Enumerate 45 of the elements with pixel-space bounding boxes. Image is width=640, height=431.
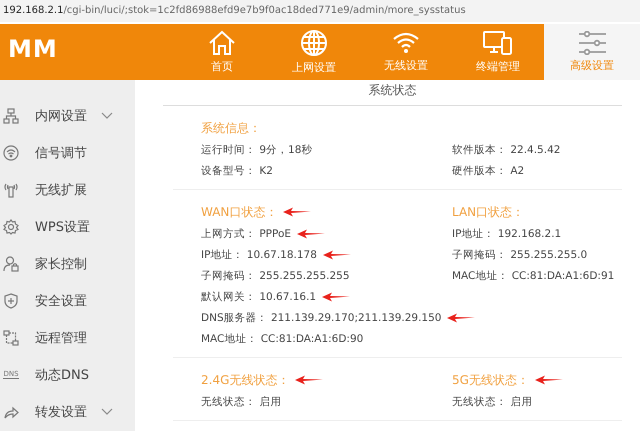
home-icon [208,30,236,56]
status-field: 无线状态： 启用 [201,394,282,408]
status-field: 运行时间： 9分，18秒 [201,142,312,156]
url-host: 192.168.2.1 [3,5,64,16]
section-title: 5G无线状态： [452,372,529,388]
network-icon [3,108,19,124]
address-bar[interactable]: 192.168.2.1/cgi-bin/luci/;stok=1c2fd86988efd9e7b9f0ac18ded771e9/admin/more_sysstatus [0,0,640,22]
status-field: IP地址： 192.168.2.1 [452,226,562,240]
url-path: /cgi-bin/luci/;stok=1c2fd86988efd9e7b9f0ac18ded771e9/admin/more_sysstatus [63,5,466,16]
status-field: 硬件版本： A2 [452,164,524,178]
wifi-circle-icon [3,144,19,160]
status-field: 软件版本： 22.4.5.42 [452,142,560,156]
sidebar-item[interactable]: 远程管理 [0,319,135,356]
antenna-icon [3,182,19,198]
settings-sliders-icon [577,31,607,55]
status-field: 无线状态： 启用 [452,394,532,408]
section-title: WAN口状态： [201,204,278,220]
status-field: MAC地址： CC:81:DA:A1:6D:91 [452,268,614,282]
globe-icon [300,29,328,57]
sidebar-item[interactable]: 信号调节 [0,134,135,171]
status-field: DNS服务器： 211.139.29.170;211.139.29.150 [201,310,442,324]
status-field: 子网掩码： 255.255.255.255 [201,268,350,282]
person-lock-icon [3,256,19,272]
status-field: IP地址： 10.67.18.178 [201,248,317,262]
wifi-icon [392,31,420,55]
section-title: 系统信息： [201,120,261,136]
page-title: 系统状态 [163,80,622,106]
sidebar-item[interactable]: 无线扩展 [0,171,135,208]
sidebar-item[interactable]: 内网设置 [0,97,135,134]
shield-plus-icon [3,292,19,308]
sidebar-item[interactable]: 家长控制 [0,245,135,282]
sidebar-item[interactable]: 安全设置 [0,282,135,319]
status-field: 上网方式： PPPoE [201,226,292,240]
logo: MM [7,34,59,65]
status-field: 设备型号： K2 [201,164,273,178]
remote-icon [3,330,19,346]
sidebar-item[interactable]: 转发设置 [0,393,135,430]
status-field: MAC地址： CC:81:DA:A1:6D:90 [201,332,364,346]
status-field: 默认网关： 10.67.16.1 [201,290,316,304]
section-title: 2.4G无线状态： [201,372,290,388]
status-field: 子网掩码： 255.255.255.0 [452,248,588,262]
monitor-phone-icon [483,30,513,56]
sidebar-item[interactable]: WPS设置 [0,208,135,245]
gear-icon [3,218,19,234]
section-title: LAN口状态： [452,204,524,220]
